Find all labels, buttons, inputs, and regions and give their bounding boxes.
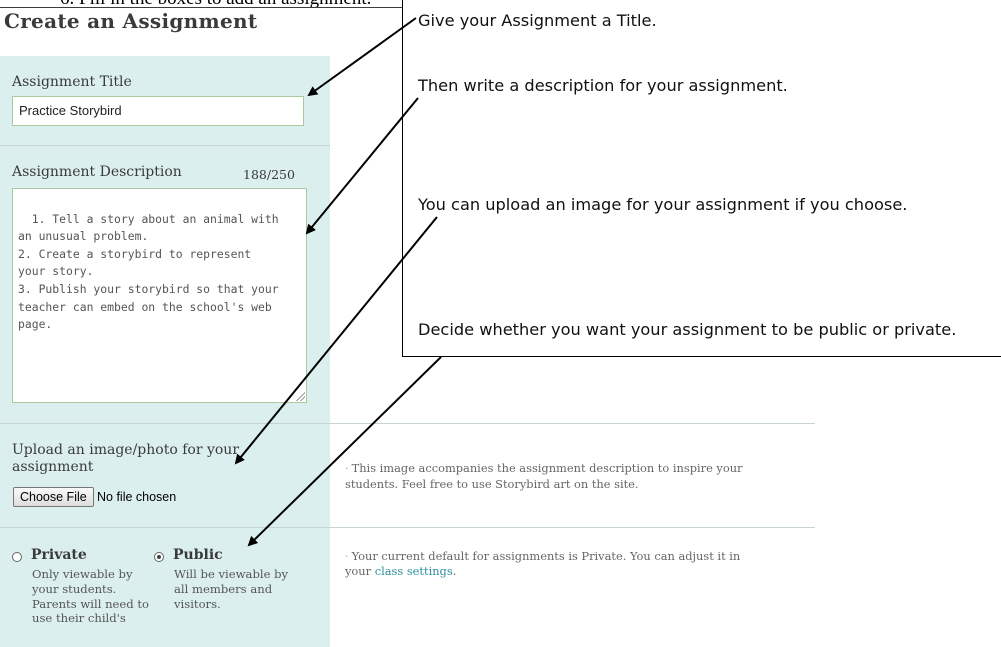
public-option-label: Public — [173, 547, 223, 563]
description-text: 1. Tell a story about an animal with an … — [18, 211, 279, 332]
private-option-label: Private — [31, 547, 87, 563]
private-option-description: Only viewable by your students. Parents … — [32, 567, 150, 626]
assignment-description-label: Assignment Description — [12, 164, 182, 180]
callout-visibility-instruction: Decide whether you want your assignment … — [418, 320, 957, 339]
file-status-text: No file chosen — [97, 490, 177, 504]
public-radio[interactable] — [154, 552, 164, 562]
assignment-description-textarea[interactable]: 1. Tell a story about an animal with an … — [12, 188, 307, 403]
divider — [0, 145, 330, 146]
upload-help-content: This image accompanies the assignment de… — [345, 461, 743, 491]
class-settings-link[interactable]: class settings — [375, 564, 453, 578]
upload-help-text: · This image accompanies the assignment d… — [345, 446, 743, 492]
visibility-help-end: . — [452, 564, 457, 579]
public-option-description: Will be viewable by all members and visi… — [174, 567, 289, 611]
bullet-icon: · — [345, 549, 349, 563]
divider — [0, 527, 815, 528]
divider — [0, 423, 815, 424]
page-title: Create an Assignment — [4, 9, 258, 33]
upload-image-label: Upload an image/photo for your assignmen… — [12, 442, 240, 475]
callout-upload-instruction: You can upload an image for your assignm… — [418, 195, 908, 214]
instruction-callout — [402, 0, 1001, 357]
choose-file-button[interactable]: Choose File — [13, 487, 94, 507]
resize-grip-icon[interactable] — [295, 391, 305, 401]
assignment-title-input[interactable]: Practice Storybird — [12, 96, 304, 126]
description-char-counter: 188/250 — [243, 167, 295, 182]
callout-title-instruction: Give your Assignment a Title. — [418, 11, 657, 30]
assignment-title-label: Assignment Title — [12, 74, 132, 90]
visibility-help-text: · Your current default for assignments is… — [345, 549, 740, 580]
callout-description-instruction: Then write a description for your assign… — [418, 76, 788, 95]
bullet-icon: · — [345, 461, 349, 476]
private-radio[interactable] — [12, 552, 22, 562]
